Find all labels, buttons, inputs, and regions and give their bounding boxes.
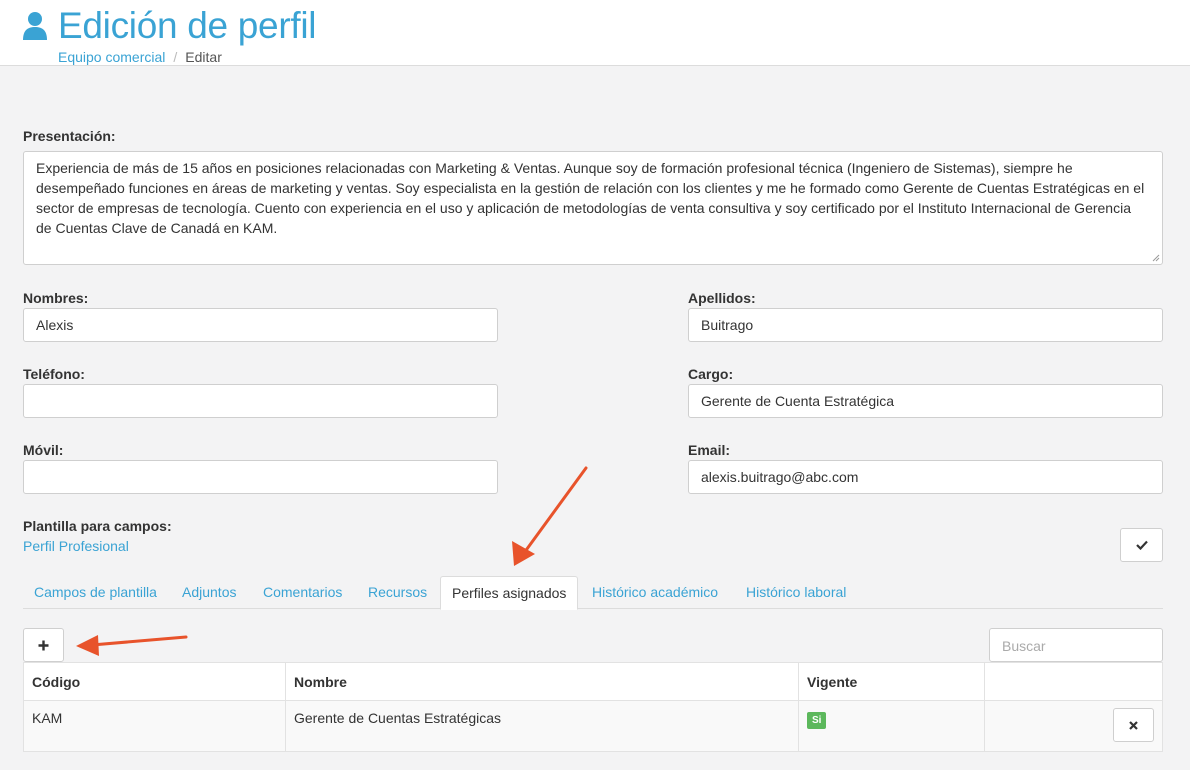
cargo-label: Cargo: xyxy=(688,366,734,382)
page-header: Edición de perfil Equipo comercial / Edita… xyxy=(0,0,1190,66)
presentacion-label: Presentación: xyxy=(23,128,116,144)
telefono-label: Teléfono: xyxy=(23,366,85,382)
user-icon xyxy=(23,12,47,40)
breadcrumb-link[interactable]: Equipo comercial xyxy=(58,49,165,65)
close-icon xyxy=(1129,720,1138,730)
table-row[interactable]: KAM Gerente de Cuentas Estratégicas Si xyxy=(23,700,1163,752)
presentacion-textarea[interactable]: Experiencia de más de 15 años en posicio… xyxy=(23,151,1163,265)
apellidos-label: Apellidos: xyxy=(688,290,756,306)
movil-input[interactable] xyxy=(23,460,498,494)
annotation-arrow-add xyxy=(76,635,188,656)
breadcrumb-current: Editar xyxy=(185,49,222,65)
confirm-button[interactable] xyxy=(1120,528,1163,562)
column-header-actions xyxy=(984,662,1163,701)
tab-perfiles-asignados[interactable]: Perfiles asignados xyxy=(440,576,579,610)
apellidos-input[interactable]: Buitrago xyxy=(688,308,1163,342)
nombres-input[interactable]: Alexis xyxy=(23,308,498,342)
presentacion-text: Experiencia de más de 15 años en posicio… xyxy=(36,160,1145,236)
cargo-input[interactable]: Gerente de Cuenta Estratégica xyxy=(688,384,1163,418)
tab-adjuntos[interactable]: Adjuntos xyxy=(171,576,247,609)
column-header-nombre[interactable]: Nombre xyxy=(285,662,799,701)
add-button[interactable] xyxy=(23,628,64,662)
cell-nombre: Gerente de Cuentas Estratégicas xyxy=(285,700,799,752)
column-header-codigo[interactable]: Código xyxy=(23,662,286,701)
plus-icon xyxy=(38,640,49,650)
cell-codigo: KAM xyxy=(23,700,286,752)
telefono-input[interactable] xyxy=(23,384,498,418)
page-title: Edición de perfil xyxy=(58,5,317,46)
check-icon xyxy=(1135,540,1148,550)
email-label: Email: xyxy=(688,442,731,458)
movil-label: Móvil: xyxy=(23,442,64,458)
column-header-vigente[interactable]: Vigente xyxy=(798,662,985,701)
table-header-row: Código Nombre Vigente xyxy=(23,662,1163,701)
tab-comentarios[interactable]: Comentarios xyxy=(252,576,353,609)
breadcrumb: Equipo comercial / Editar xyxy=(58,48,222,66)
nombres-label: Nombres: xyxy=(23,290,89,306)
cell-actions xyxy=(984,700,1163,752)
tab-bar: Campos de plantilla Adjuntos Comentarios… xyxy=(23,576,1163,610)
cell-vigente: Si xyxy=(798,700,985,752)
breadcrumb-separator: / xyxy=(173,49,178,65)
annotation-arrow-tab xyxy=(512,466,588,566)
search-input[interactable]: Buscar xyxy=(989,628,1163,662)
plantilla-link[interactable]: Perfil Profesional xyxy=(23,537,129,555)
tab-campos-de-plantilla[interactable]: Campos de plantilla xyxy=(23,576,168,609)
email-input[interactable]: alexis.buitrago@abc.com xyxy=(688,460,1163,494)
plantilla-label: Plantilla para campos: xyxy=(23,518,172,534)
tab-historico-laboral[interactable]: Histórico laboral xyxy=(735,576,857,609)
tab-historico-academico[interactable]: Histórico académico xyxy=(581,576,729,609)
vigente-badge: Si xyxy=(807,712,827,729)
delete-row-button[interactable] xyxy=(1113,708,1154,742)
resize-grip-icon[interactable] xyxy=(1152,254,1160,262)
tab-recursos[interactable]: Recursos xyxy=(357,576,438,609)
perfiles-table: Código Nombre Vigente KAM Gerente de Cue… xyxy=(23,662,1163,752)
